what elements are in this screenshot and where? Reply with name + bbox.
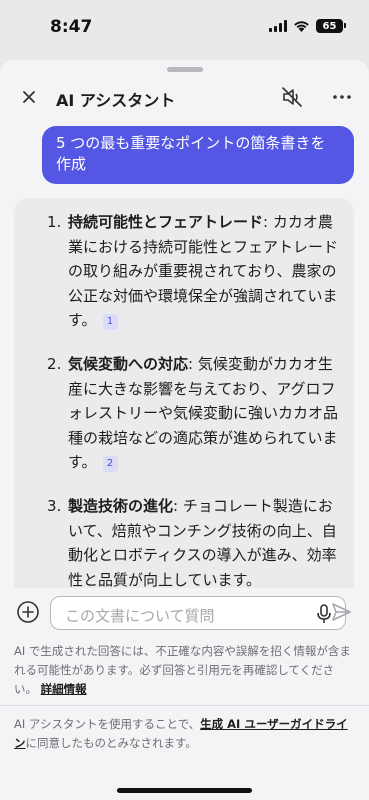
- composer: この文書について質問: [0, 588, 369, 642]
- plus-circle-icon: [17, 601, 39, 623]
- item-title: 気候変動への対応: [68, 355, 189, 373]
- question-input[interactable]: この文書について質問: [50, 596, 346, 630]
- page-title: AI アシスタント: [56, 91, 176, 110]
- item-title: 持続可能性とフェアトレード: [68, 213, 264, 231]
- more-icon: [333, 95, 351, 99]
- status-time: 8:47: [50, 17, 93, 37]
- item-number: 3.: [47, 497, 62, 515]
- speaker-mute-icon: [282, 87, 302, 107]
- send-button[interactable]: [330, 601, 354, 625]
- citation-badge[interactable]: 2: [102, 456, 118, 472]
- status-bar: 8:47 65: [0, 0, 369, 58]
- answer-item: 3. 製造技術の進化: チョコレート製造において、焙煎やコンチング技術の向上、自動…: [14, 494, 354, 592]
- answer-item: 2. 気候変動への対応: 気候変動がカカオ生産に大きな影響を与えており、アグロフォ…: [14, 352, 354, 475]
- assistant-answer: 1. 持続可能性とフェアトレード: カカオ農業における持続可能性とフェアトレードの…: [14, 198, 354, 592]
- answer-item: 1. 持続可能性とフェアトレード: カカオ農業における持続可能性とフェアトレードの…: [14, 210, 354, 333]
- citation-badge[interactable]: 1: [102, 314, 118, 330]
- more-button[interactable]: [328, 83, 356, 111]
- user-message: 5 つの最も重要なポイントの箇条書きを作成: [42, 126, 354, 184]
- chat-area[interactable]: 5 つの最も重要なポイントの箇条書きを作成 1. 持続可能性とフェアトレード: カ…: [0, 122, 369, 592]
- ai-assistant-sheet: AI アシスタント 5 つの最も重要なポイントの箇条書きを作成 1. 持続可能性と…: [0, 60, 369, 800]
- item-number: 2.: [47, 355, 62, 373]
- learn-more-link[interactable]: 詳細情報: [41, 682, 87, 696]
- send-icon: [332, 603, 351, 621]
- signal-icon: [269, 20, 287, 32]
- divider: [0, 705, 369, 706]
- battery-level: 65: [322, 20, 337, 32]
- status-icons: 65: [269, 19, 346, 33]
- close-button[interactable]: [16, 84, 42, 110]
- home-indicator: [117, 788, 252, 793]
- wifi-icon: [294, 21, 309, 32]
- mute-button[interactable]: [278, 83, 306, 111]
- disclaimer: AI で生成された回答には、不正確な内容や誤解を招く情報が含まれる可能性がありま…: [14, 642, 356, 699]
- header: AI アシスタント: [0, 78, 369, 118]
- input-placeholder: この文書について質問: [65, 607, 215, 625]
- close-icon: [23, 91, 35, 103]
- item-number: 1.: [47, 213, 62, 231]
- add-button[interactable]: [16, 600, 40, 624]
- battery-icon: 65: [316, 19, 346, 33]
- microphone-icon: [317, 604, 331, 623]
- item-title: 製造技術の進化: [68, 497, 174, 515]
- terms-notice: AI アシスタントを使用することで、生成 AI ユーザーガイドラインに同意したも…: [14, 715, 356, 753]
- terms-suffix: に同意したものとみなされます。: [25, 736, 197, 750]
- terms-prefix: AI アシスタントを使用することで、: [14, 717, 201, 731]
- sheet-grabber[interactable]: [167, 67, 203, 72]
